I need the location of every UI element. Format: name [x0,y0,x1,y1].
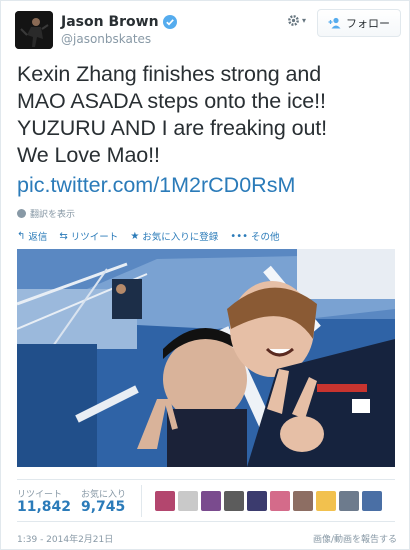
favoriter-avatar[interactable] [178,491,198,511]
chevron-down-icon: ▾ [302,16,307,25]
person-plus-icon [328,17,341,29]
stats-divider-vertical [141,485,142,517]
favoriter-avatar[interactable] [247,491,267,511]
retweet-icon: ⇆ [59,230,68,242]
tweet-media-link[interactable]: pic.twitter.com/1M2rCD0RsM [17,173,295,198]
favoriter-avatar[interactable] [339,491,359,511]
settings-menu[interactable]: ▾ [287,14,306,27]
reply-label: 返信 [28,232,48,243]
favorite-button[interactable]: ★ お気に入りに登録 [130,229,219,244]
retweet-label: リツイート [70,232,119,243]
retweet-button[interactable]: ⇆ リツイート [59,229,119,244]
favoriter-avatar[interactable] [362,491,382,511]
follow-button-label: フォロー [346,17,390,30]
more-button[interactable]: ••• その他 [230,229,280,244]
star-icon: ★ [130,230,140,242]
verified-icon [162,15,177,29]
reply-icon: ↰ [17,230,26,242]
tweet-card: Jason Brown @jasonbskates ▾ フォロー Kexin Z… [0,0,410,550]
stats-divider-bottom [17,521,395,522]
translate-label: 翻訳を表示 [30,210,76,220]
follow-button[interactable]: フォロー [317,9,401,37]
favoriters-list [155,491,382,511]
report-media-link[interactable]: 画像/動画を報告する [313,532,397,545]
favoriter-avatar[interactable] [155,491,175,511]
gear-icon [288,15,299,26]
globe-icon [17,209,26,218]
tweet-text: Kexin Zhang finishes strong and MAO ASAD… [17,62,328,167]
tweet-timestamp[interactable]: 1:39 - 2014年2月21日 [17,532,113,545]
favorite-label: お気に入りに登録 [142,232,219,243]
favoriter-avatar[interactable] [224,491,244,511]
user-fullname[interactable]: Jason Brown [61,14,159,30]
more-label: その他 [251,232,280,243]
reply-button[interactable]: ↰ 返信 [17,229,48,244]
user-handle[interactable]: @jasonbskates [61,32,151,46]
stats-divider-top [17,479,395,480]
more-icon: ••• [230,230,248,242]
favoriter-avatar[interactable] [270,491,290,511]
favoriter-avatar[interactable] [201,491,221,511]
name-row: Jason Brown [61,14,177,30]
tweet-photo[interactable] [17,249,395,467]
avatar[interactable] [15,11,53,49]
favoriter-avatar[interactable] [293,491,313,511]
translate-link[interactable]: 翻訳を表示 [17,207,75,220]
favorites-count[interactable]: 9,745 [81,499,125,515]
tweet-actions: ↰ 返信 ⇆ リツイート ★ お気に入りに登録 ••• その他 [17,229,280,244]
retweets-count[interactable]: 11,842 [17,499,71,515]
favoriter-avatar[interactable] [316,491,336,511]
